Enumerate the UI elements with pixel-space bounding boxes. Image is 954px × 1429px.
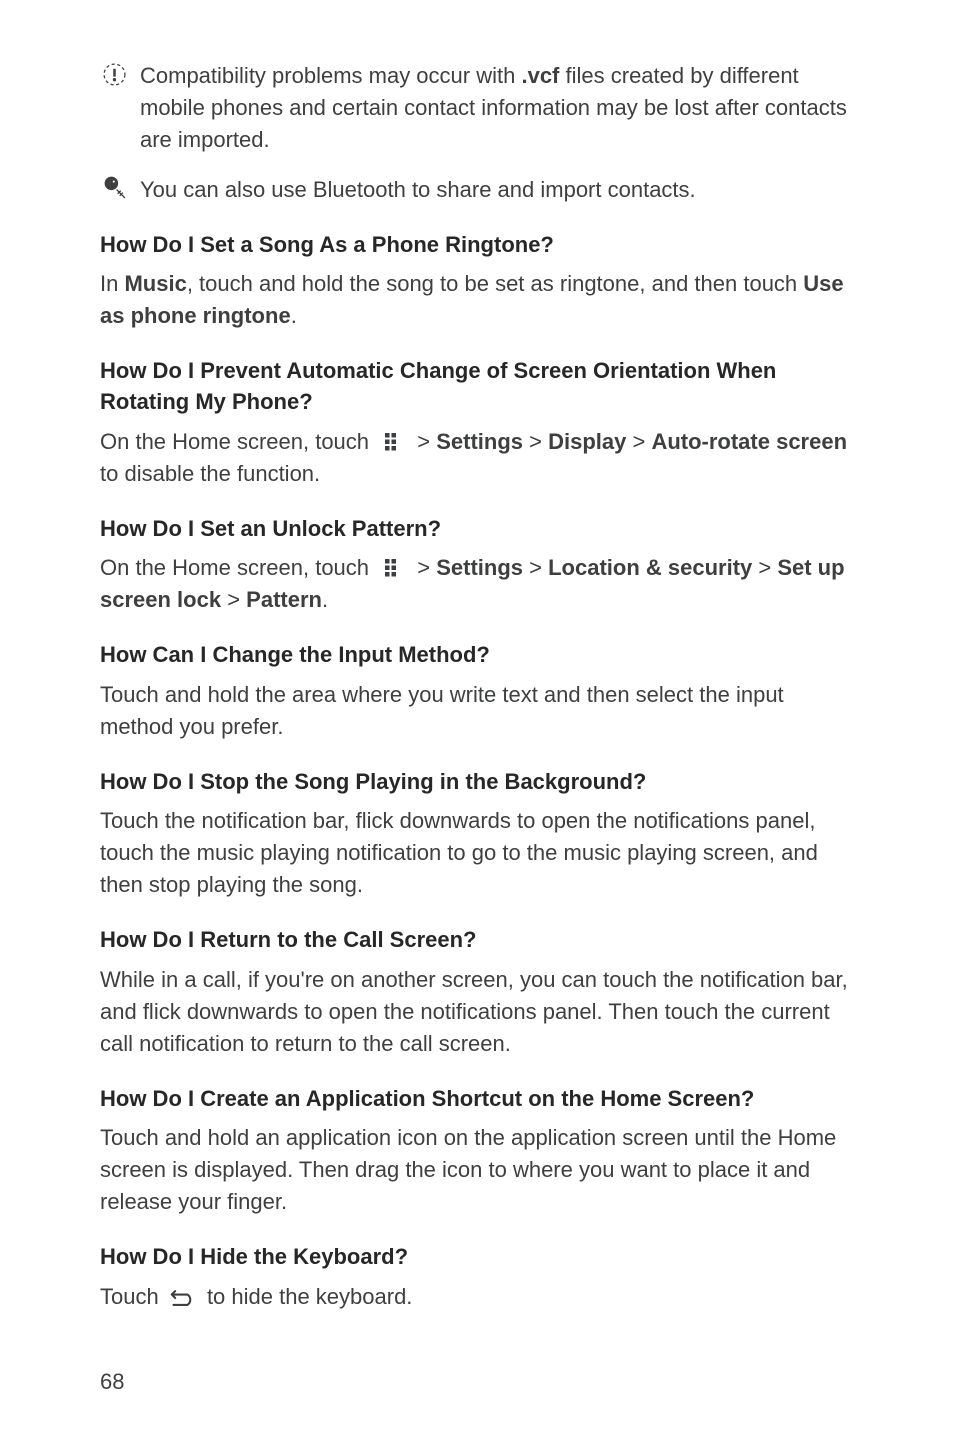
- body-text: On the Home screen, touch: [100, 555, 375, 580]
- tip-text: You can also use Bluetooth to share and …: [140, 174, 859, 206]
- section-paragraph: Touch and hold an application icon on th…: [100, 1122, 859, 1218]
- section-heading: How Do I Hide the Keyboard?: [100, 1242, 859, 1273]
- page-number: 68: [100, 1369, 124, 1395]
- bold-term: Display: [548, 429, 626, 454]
- bold-term: Settings: [436, 555, 523, 580]
- section-paragraph: On the Home screen, touch > Settings > L…: [100, 552, 859, 616]
- body-text: >: [523, 555, 548, 580]
- section-heading: How Can I Change the Input Method?: [100, 640, 859, 671]
- body-text: Touch and hold the area where you write …: [100, 682, 784, 739]
- tip-callout: You can also use Bluetooth to share and …: [100, 174, 859, 206]
- body-text: In: [100, 271, 124, 296]
- section-heading: How Do I Set a Song As a Phone Ringtone?: [100, 230, 859, 261]
- body-text: to hide the keyboard.: [201, 1284, 413, 1309]
- body-text: Touch the notification bar, flick downwa…: [100, 808, 818, 897]
- bold-term: Location & security: [548, 555, 752, 580]
- section-heading: How Do I Stop the Song Playing in the Ba…: [100, 767, 859, 798]
- body-text: .: [322, 587, 328, 612]
- body-text: >: [411, 429, 436, 454]
- body-text: , touch and hold the song to be set as r…: [187, 271, 803, 296]
- body-text: On the Home screen, touch: [100, 429, 375, 454]
- bold-term: Auto-rotate screen: [651, 429, 847, 454]
- body-text: >: [626, 429, 651, 454]
- body-text: >: [411, 555, 436, 580]
- body-text: >: [523, 429, 548, 454]
- bold-term: Settings: [436, 429, 523, 454]
- section-paragraph: Touch the notification bar, flick downwa…: [100, 805, 859, 901]
- warning-text: Compatibility problems may occur with .v…: [140, 60, 859, 156]
- body-text: .: [291, 303, 297, 328]
- section-heading: How Do I Set an Unlock Pattern?: [100, 514, 859, 545]
- body-text: Touch: [100, 1284, 165, 1309]
- apps-grid-icon: [379, 426, 407, 444]
- apps-grid-icon: [379, 552, 407, 570]
- section-paragraph: While in a call, if you're on another sc…: [100, 964, 859, 1060]
- body-text: >: [221, 587, 246, 612]
- section-paragraph: Touch and hold the area where you write …: [100, 679, 859, 743]
- warning-icon: [100, 60, 128, 88]
- warning-callout: Compatibility problems may occur with .v…: [100, 60, 859, 156]
- section-heading: How Do I Create an Application Shortcut …: [100, 1084, 859, 1115]
- body-text: While in a call, if you're on another sc…: [100, 967, 848, 1056]
- body-text: Touch and hold an application icon on th…: [100, 1125, 836, 1214]
- section-paragraph: In Music, touch and hold the song to be …: [100, 268, 859, 332]
- section-heading: How Do I Return to the Call Screen?: [100, 925, 859, 956]
- section-paragraph: Touch to hide the keyboard.: [100, 1281, 859, 1313]
- tip-icon: [100, 174, 128, 202]
- bold-term: Pattern: [246, 587, 322, 612]
- bold-term: Music: [124, 271, 186, 296]
- body-text: >: [752, 555, 777, 580]
- section-heading: How Do I Prevent Automatic Change of Scr…: [100, 356, 859, 418]
- section-paragraph: On the Home screen, touch > Settings > D…: [100, 426, 859, 490]
- document-page: Compatibility problems may occur with .v…: [0, 0, 954, 1429]
- back-icon: [169, 1281, 197, 1299]
- sections-container: How Do I Set a Song As a Phone Ringtone?…: [100, 230, 859, 1313]
- body-text: to disable the function.: [100, 461, 320, 486]
